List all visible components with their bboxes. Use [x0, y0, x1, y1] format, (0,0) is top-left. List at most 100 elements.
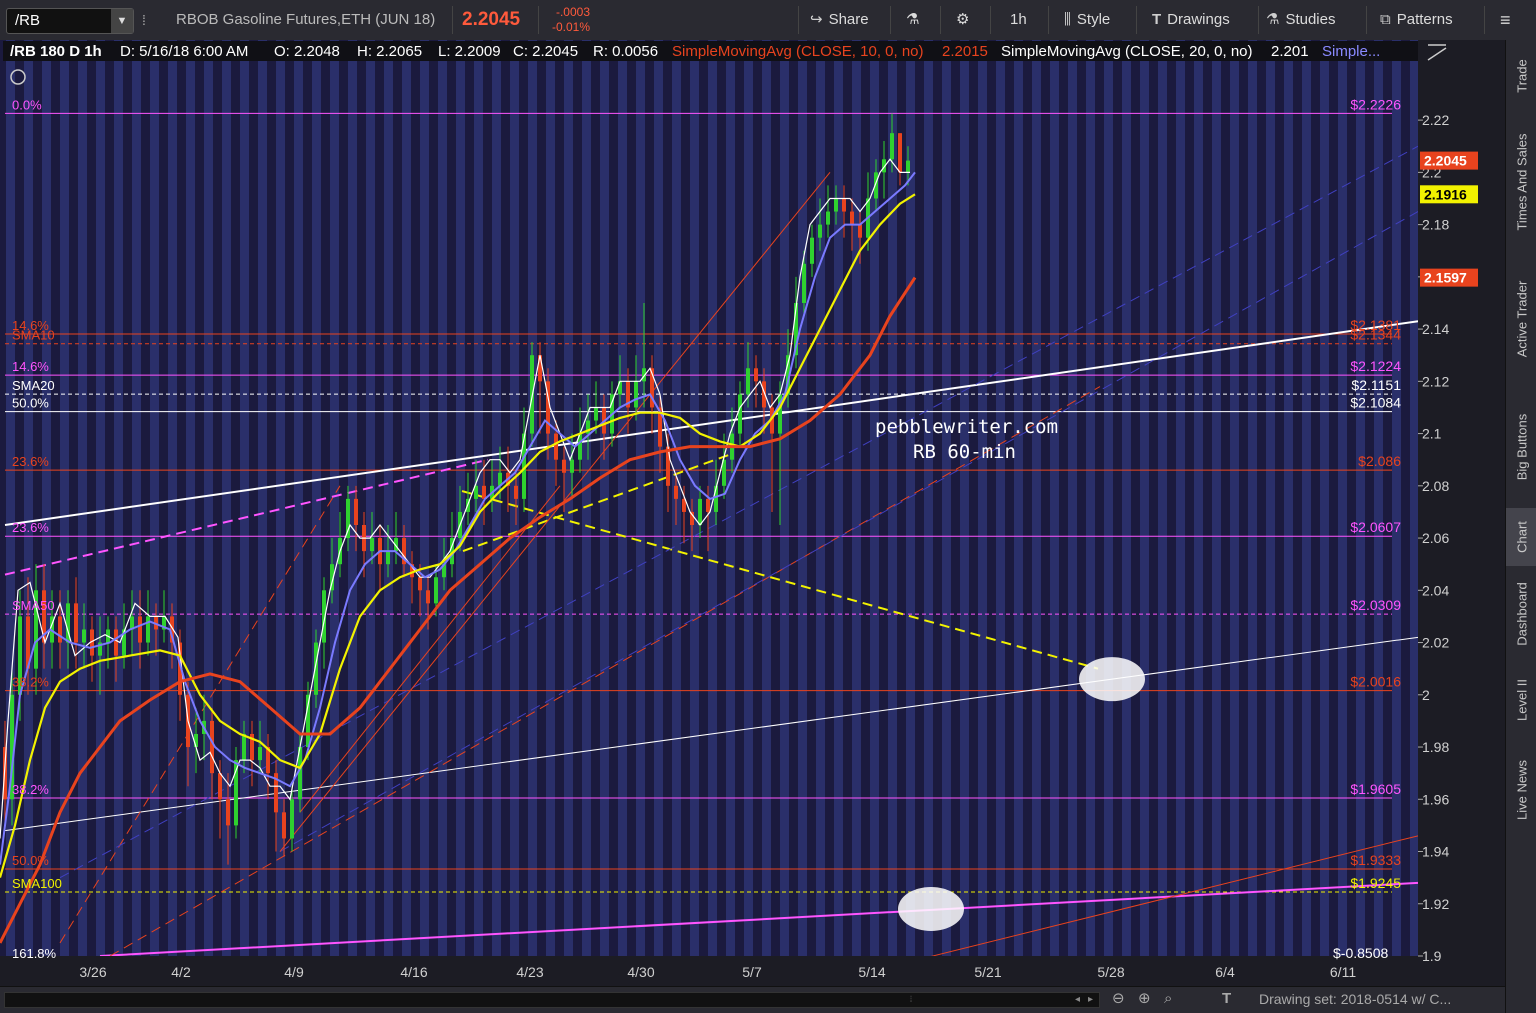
session-stripe [1302, 40, 1311, 956]
share-button[interactable]: ↪ Share [810, 0, 869, 40]
zoom-out-icon[interactable]: ⊖ [1112, 987, 1125, 1011]
session-stripe [834, 40, 843, 956]
session-stripe [816, 40, 825, 956]
symbol-selector[interactable]: /RB ▼ [6, 8, 134, 34]
x-tick-label: 6/4 [1215, 964, 1235, 980]
time-scrollbar[interactable]: ⦙ ◂ ▸ [4, 992, 1100, 1008]
tab-active-trader[interactable]: Active Trader [1506, 252, 1536, 386]
x-tick-label: 4/9 [284, 964, 304, 980]
scroll-right-icon[interactable]: ▸ [1088, 993, 1093, 1007]
watermark-line2: RB 60-min [913, 441, 1016, 463]
drawings-label: Drawings [1167, 11, 1230, 28]
style-button[interactable]: ⫼ Style [1064, 0, 1110, 40]
chevron-down-icon[interactable]: ▼ [111, 9, 133, 33]
interval-label: 1h [1010, 11, 1027, 28]
drawings-button[interactable]: T Drawings [1152, 0, 1230, 40]
settings-button[interactable]: ⚙ [956, 0, 969, 40]
y-tick-label: 1.98 [1422, 739, 1449, 755]
y-tick-label: 2.04 [1422, 582, 1449, 598]
candle-body [146, 616, 150, 643]
magnifier-icon[interactable]: ⌕ [1164, 987, 1172, 1011]
session-stripe [1374, 40, 1383, 956]
level-right-label: $2.0309 [1350, 597, 1401, 613]
y-tick-label: 1.9 [1422, 948, 1442, 964]
header-sma20-label: SimpleMovingAvg (CLOSE, 20, 0, no) [1001, 43, 1253, 60]
candle-body [514, 485, 518, 499]
x-tick-label: 4/2 [171, 964, 191, 980]
tab-big-buttons[interactable]: Big Buttons [1506, 386, 1536, 508]
session-stripe [366, 40, 375, 956]
interval-button[interactable]: 1h [1010, 0, 1027, 40]
menu-icon: ≡ [1500, 10, 1511, 30]
patterns-button[interactable]: ⧉ Patterns [1380, 0, 1453, 40]
tab-times-and-sales[interactable]: Times And Sales [1506, 112, 1536, 252]
candle-body [746, 368, 750, 395]
time-axis[interactable] [0, 956, 1418, 986]
level-left-label: SMA10 [12, 328, 55, 343]
y-tick-label: 2.12 [1422, 373, 1449, 389]
level-left-label: 50.0% [12, 853, 49, 868]
candle-body [386, 551, 390, 565]
tab-active-trader-label: Active Trader [1514, 280, 1529, 358]
drawing-text-icon[interactable]: T [1222, 987, 1231, 1011]
crosshair-icon[interactable]: ⊕ [1138, 987, 1151, 1011]
session-stripe [618, 40, 627, 956]
y-tick-label: 2.22 [1422, 112, 1449, 128]
header-open: O: 2.2048 [274, 43, 340, 60]
level-right-label: $2.0016 [1350, 674, 1401, 690]
tab-trade[interactable]: Trade [1506, 40, 1536, 112]
session-stripe [1104, 40, 1113, 956]
x-tick-label: 5/21 [974, 964, 1001, 980]
bottom-right-label: $-0.8508 [1333, 945, 1388, 961]
studies-button[interactable]: ⚗ Studies [1266, 0, 1336, 40]
candle-body [754, 368, 758, 382]
tab-chart[interactable]: Chart [1506, 508, 1536, 566]
session-stripe [888, 40, 897, 956]
session-stripe [744, 40, 753, 956]
candle-body [842, 198, 846, 212]
tab-level-ii[interactable]: Level II [1506, 662, 1536, 738]
x-tick-label: 4/16 [400, 964, 427, 980]
candle-body [706, 498, 710, 512]
menu-button[interactable]: ≡ [1500, 0, 1511, 40]
session-stripe [1284, 40, 1293, 956]
tab-trade-label: Trade [1514, 59, 1529, 93]
drawing-set-selector[interactable]: Drawing set: 2018-0514 w/ C... [1259, 987, 1451, 1011]
session-stripe [312, 40, 321, 956]
tab-dashboard-label: Dashboard [1514, 582, 1529, 646]
candle-body [282, 812, 286, 839]
target-ellipse-upper [1079, 657, 1145, 702]
session-stripe [6, 40, 15, 956]
candle-body [570, 459, 574, 473]
tab-live-news[interactable]: Live News [1506, 738, 1536, 842]
header-low: L: 2.2009 [438, 43, 501, 60]
level-left-label: 23.6% [12, 454, 49, 469]
level-right-label: $2.1224 [1350, 358, 1401, 374]
flask-button[interactable]: ⚗ [906, 0, 919, 40]
tab-level-ii-label: Level II [1514, 679, 1529, 721]
x-tick-label: 5/14 [858, 964, 885, 980]
session-stripe [780, 40, 789, 956]
side-tabs: Trade Times And Sales Active Trader Big … [1505, 40, 1536, 1013]
candle-body [538, 355, 542, 382]
session-stripe [420, 40, 429, 956]
level-left-label: 0.0% [12, 97, 42, 112]
level-right-label: $2.2226 [1350, 96, 1401, 112]
session-stripe [240, 40, 249, 956]
link-icon[interactable]: ⁞ [142, 0, 146, 40]
candle-body [290, 799, 294, 839]
chart-canvas[interactable]: 0.0% $2.222614.6% $2.1381SMA10 $2.134414.6%… [0, 40, 1505, 986]
price-chart[interactable]: 0.0% $2.2226 14.6% $2.1381 SMA10 $2.1344 14.6%… [0, 40, 1505, 986]
session-stripe [1086, 40, 1095, 956]
session-stripe [1140, 40, 1149, 956]
session-stripe [528, 40, 537, 956]
scroll-left-icon[interactable]: ◂ [1075, 993, 1080, 1007]
patterns-icon: ⧉ [1380, 11, 1391, 28]
scroll-thumb-grip-icon[interactable]: ⦙ [910, 995, 920, 1004]
tab-dashboard[interactable]: Dashboard [1506, 566, 1536, 662]
candle-body [354, 498, 358, 525]
candle-body [74, 603, 78, 643]
header-close: C: 2.2045 [513, 43, 578, 60]
header-sma10-value: 2.2015 [942, 43, 988, 60]
share-icon: ↪ [810, 11, 823, 28]
